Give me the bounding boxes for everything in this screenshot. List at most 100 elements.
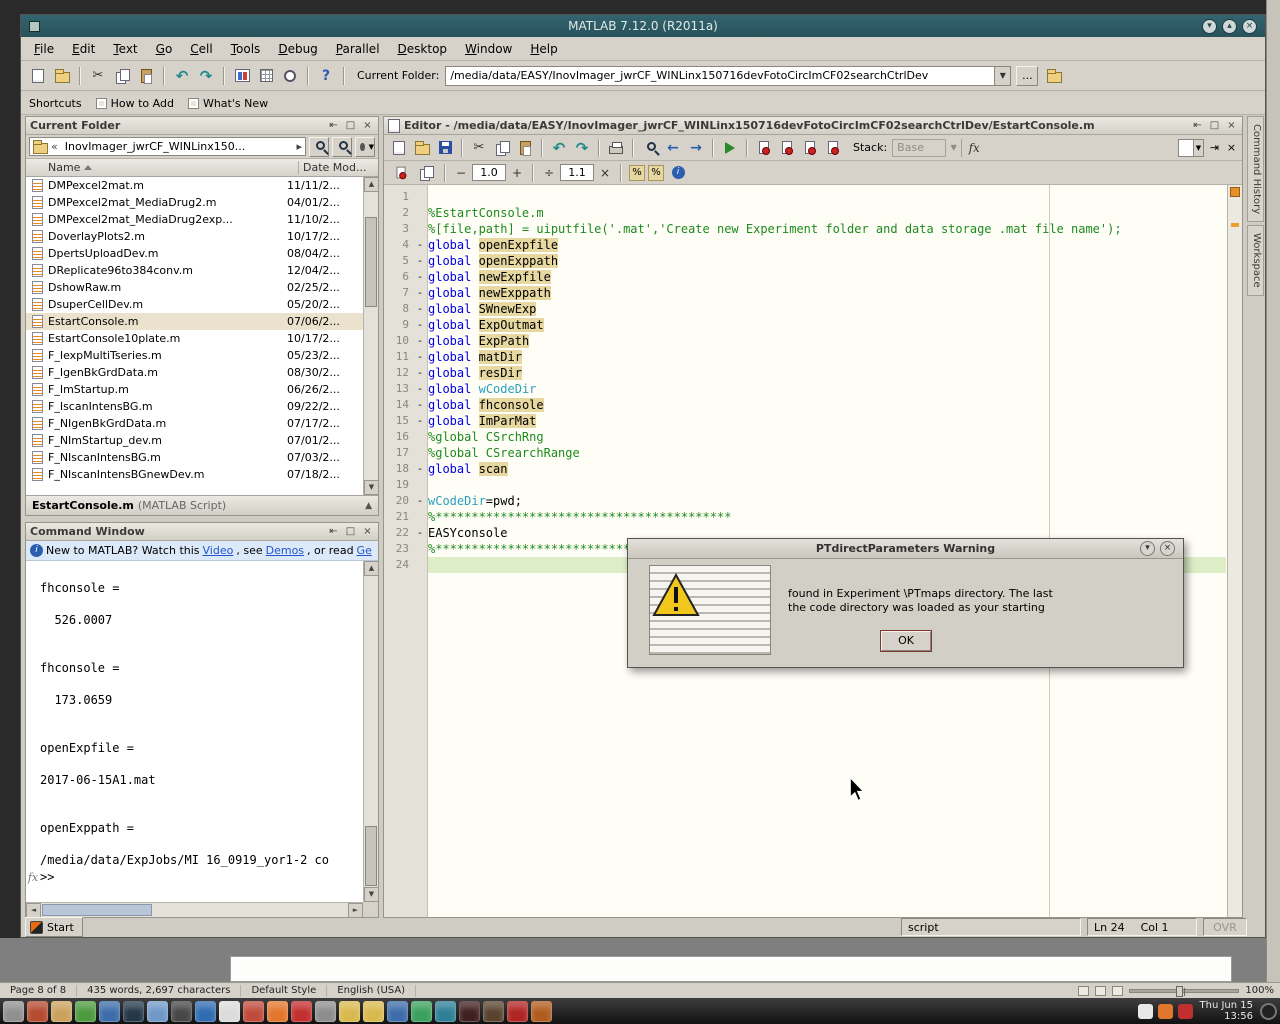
dock-icon[interactable]: ⇤ bbox=[327, 526, 340, 537]
code-line[interactable]: 20-wCodeDir=pwd; bbox=[384, 493, 1226, 509]
file-row[interactable]: F_IscanIntensBG.m09/22/2... bbox=[26, 398, 363, 415]
function-hints-icon[interactable]: fx bbox=[26, 871, 40, 884]
copy-button[interactable] bbox=[111, 65, 133, 87]
search-button[interactable] bbox=[309, 137, 329, 157]
executable-marker[interactable]: - bbox=[412, 413, 428, 429]
code-line[interactable]: 19 bbox=[384, 477, 1226, 493]
book-view-icon[interactable] bbox=[1112, 986, 1123, 996]
tray-indicator-icon[interactable] bbox=[1138, 1004, 1153, 1019]
executable-marker[interactable] bbox=[412, 477, 428, 493]
taskbar-app-dark-icon[interactable] bbox=[459, 1001, 480, 1022]
getting-started-link[interactable]: Ge bbox=[357, 544, 372, 557]
command-prompt-row[interactable]: fx >> bbox=[26, 869, 363, 885]
code-line[interactable]: 8-global SWnewExp bbox=[384, 301, 1226, 317]
tray-alert-icon[interactable] bbox=[1178, 1004, 1193, 1019]
file-row[interactable]: F_IexpMultiTseries.m05/23/2... bbox=[26, 347, 363, 364]
clock[interactable]: Thu Jun 15 13:56 bbox=[1200, 1000, 1254, 1022]
executable-marker[interactable] bbox=[412, 557, 428, 573]
start-button[interactable]: Start bbox=[25, 917, 83, 937]
scroll-up-icon[interactable]: ▲ bbox=[364, 177, 379, 192]
taskbar-app-blue-icon[interactable] bbox=[99, 1001, 120, 1022]
tab-workspace[interactable]: Workspace bbox=[1247, 225, 1264, 296]
word-count-status[interactable]: 435 words, 2,697 characters bbox=[77, 985, 241, 997]
scroll-right-icon[interactable]: ► bbox=[348, 903, 363, 918]
file-row[interactable]: F_NIgenBkGrdData.m07/17/2... bbox=[26, 415, 363, 432]
menu-file[interactable]: File bbox=[25, 38, 63, 60]
split-view-button[interactable]: ▼ bbox=[1178, 139, 1204, 157]
find-button[interactable] bbox=[639, 137, 661, 159]
file-row[interactable]: F_NIscanIntensBG.m07/03/2... bbox=[26, 449, 363, 466]
code-line[interactable]: 3%[file,path] = uiputfile('.mat','Create… bbox=[384, 221, 1226, 237]
file-row[interactable]: DMPexcel2mat.m11/11/2... bbox=[26, 177, 363, 194]
taskbar-writer-doc-icon[interactable] bbox=[219, 1001, 240, 1022]
shortcut-how-to-add[interactable]: How to Add bbox=[96, 97, 174, 110]
find-files-button[interactable] bbox=[332, 137, 352, 157]
increase-value-button[interactable]: + bbox=[509, 166, 525, 180]
executable-marker[interactable]: - bbox=[412, 381, 428, 397]
language-status[interactable]: English (USA) bbox=[327, 985, 416, 997]
code-line[interactable]: 13-global wCodeDir bbox=[384, 381, 1226, 397]
multiply-value-button[interactable]: × bbox=[597, 166, 613, 180]
code-line[interactable]: 2%EstartConsole.m bbox=[384, 205, 1226, 221]
demos-link[interactable]: Demos bbox=[266, 544, 304, 557]
zoom-slider[interactable] bbox=[1129, 989, 1239, 993]
breadcrumb[interactable]: « InovImager_jwrCF_WINLinx150... ▸ bbox=[29, 137, 306, 156]
taskbar-web-browser-icon[interactable] bbox=[195, 1001, 216, 1022]
close-panel-icon[interactable]: × bbox=[1225, 120, 1238, 131]
executable-marker[interactable]: - bbox=[412, 237, 428, 253]
step-button[interactable] bbox=[799, 137, 821, 159]
executable-marker[interactable] bbox=[412, 189, 428, 205]
code-line[interactable]: 11-global matDir bbox=[384, 349, 1226, 365]
command-window-header[interactable]: Command Window ⇤ □ × bbox=[26, 523, 378, 541]
code-line[interactable]: 17%global CSrearchRange bbox=[384, 445, 1226, 461]
file-row[interactable]: F_IgenBkGrdData.m08/30/2... bbox=[26, 364, 363, 381]
breadcrumb-path[interactable]: InovImager_jwrCF_WINLinx150... bbox=[61, 140, 294, 153]
column-name[interactable]: Name bbox=[26, 161, 298, 174]
new-script-button[interactable] bbox=[27, 65, 49, 87]
file-row[interactable]: DReplicate96to384conv.m12/04/2... bbox=[26, 262, 363, 279]
executable-marker[interactable] bbox=[412, 221, 428, 237]
window-titlebar[interactable]: MATLAB 7.12.0 (R2011a) ▾ ▴ × bbox=[21, 15, 1265, 37]
dock-icon[interactable]: ⇤ bbox=[327, 120, 340, 131]
print-button[interactable] bbox=[605, 137, 627, 159]
go-back-button[interactable]: ← bbox=[662, 137, 684, 159]
code-line[interactable]: 4-global openExpfile bbox=[384, 237, 1226, 253]
code-line[interactable]: 21%*************************************… bbox=[384, 509, 1226, 525]
continue-button[interactable] bbox=[822, 137, 844, 159]
code-line[interactable]: 14-global fhconsole bbox=[384, 397, 1226, 413]
code-line[interactable]: 9-global ExpOutmat bbox=[384, 317, 1226, 333]
function-browser-button[interactable]: fx bbox=[963, 137, 985, 159]
command-window-vscrollbar[interactable]: ▲ ▼ bbox=[363, 561, 378, 902]
save-button[interactable] bbox=[434, 137, 456, 159]
taskbar-app-red-circle-icon[interactable] bbox=[291, 1001, 312, 1022]
menu-edit[interactable]: Edit bbox=[63, 38, 104, 60]
tray-firefox-icon[interactable] bbox=[1158, 1004, 1173, 1019]
mlint-warning-marker[interactable] bbox=[1231, 223, 1239, 227]
current-folder-header[interactable]: Current Folder ⇤ □ × bbox=[26, 117, 378, 135]
maximize-panel-icon[interactable]: □ bbox=[344, 120, 357, 131]
taskbar-app-blue-2-icon[interactable] bbox=[387, 1001, 408, 1022]
menu-tools[interactable]: Tools bbox=[222, 38, 270, 60]
executable-marker[interactable]: - bbox=[412, 301, 428, 317]
profiler-button[interactable] bbox=[279, 65, 301, 87]
current-folder-path[interactable]: /media/data/EASY/InovImager_jwrCF_WINLin… bbox=[446, 69, 994, 82]
set-clear-breakpoint-button[interactable] bbox=[753, 137, 775, 159]
command-window-output[interactable]: fhconsole = 526.0007fhconsole = 173.0659… bbox=[26, 561, 363, 902]
menu-text[interactable]: Text bbox=[104, 38, 146, 60]
clear-all-breakpoints-button[interactable] bbox=[776, 137, 798, 159]
code-line[interactable]: 10-global ExpPath bbox=[384, 333, 1226, 349]
collapse-details-icon[interactable]: ▲ bbox=[365, 501, 372, 511]
evaluate-cell-advance-button[interactable]: % bbox=[648, 165, 664, 181]
single-page-view-icon[interactable] bbox=[1078, 986, 1089, 996]
maximize-panel-icon[interactable]: □ bbox=[344, 526, 357, 537]
ok-button[interactable]: OK bbox=[881, 631, 931, 651]
maximize-panel-icon[interactable]: □ bbox=[1208, 120, 1221, 131]
undo-button[interactable]: ↶ bbox=[171, 65, 193, 87]
breadcrumb-back-icon[interactable]: « bbox=[48, 140, 61, 153]
file-details-bar[interactable]: EstartConsole.m (MATLAB Script) ▲ bbox=[26, 495, 378, 515]
new-button[interactable] bbox=[388, 137, 410, 159]
taskbar-folder-window-2-icon[interactable] bbox=[363, 1001, 384, 1022]
file-row[interactable]: DpertsUploadDev.m08/04/2... bbox=[26, 245, 363, 262]
power-button[interactable] bbox=[1260, 1003, 1277, 1020]
code-line[interactable]: 12-global resDir bbox=[384, 365, 1226, 381]
